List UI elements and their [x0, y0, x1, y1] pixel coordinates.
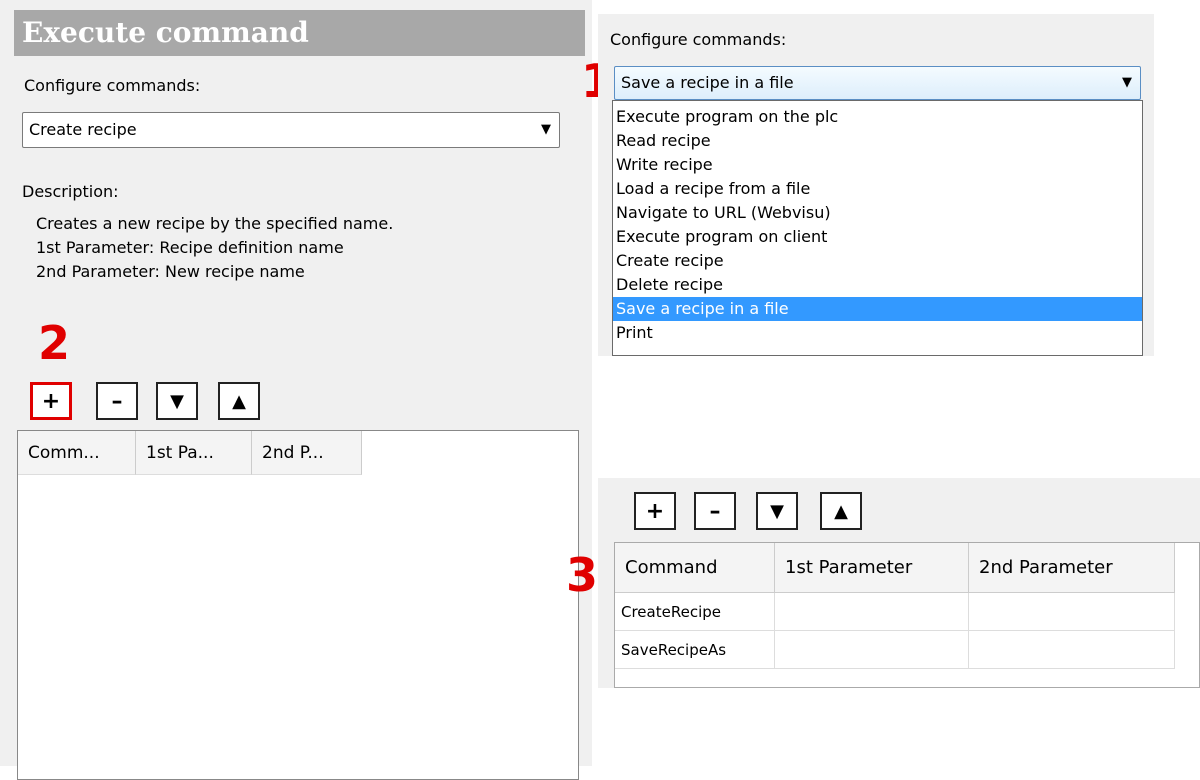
description-line: 2nd Parameter: New recipe name [36, 262, 305, 281]
table-cell-param2[interactable] [969, 631, 1175, 669]
table-cell-param2[interactable] [969, 593, 1175, 631]
option-print[interactable]: Print [613, 321, 1142, 345]
panel-title: Execute command [14, 10, 585, 56]
configure-commands-label: Configure commands: [24, 76, 201, 95]
column-header-param1[interactable]: 1st Parameter [775, 543, 969, 593]
add-command-button[interactable]: + [30, 382, 72, 420]
arrow-up-icon: ▲ [834, 500, 848, 522]
description-line: Creates a new recipe by the specified na… [36, 214, 394, 233]
execute-command-panel: Execute command Configure commands: Crea… [0, 0, 592, 780]
table-cell-command[interactable]: CreateRecipe [615, 593, 775, 631]
plus-icon: + [41, 388, 61, 414]
column-header-command[interactable]: Command [615, 543, 775, 593]
chevron-down-icon: ▼ [541, 122, 551, 137]
option-read-recipe[interactable]: Read recipe [613, 129, 1142, 153]
option-write-recipe[interactable]: Write recipe [613, 153, 1142, 177]
minus-icon: – [709, 498, 721, 524]
configure-commands-label: Configure commands: [610, 30, 787, 49]
command-select[interactable]: Create recipe ▼ [22, 112, 560, 148]
table-cell-param1[interactable] [775, 631, 969, 669]
option-create-recipe[interactable]: Create recipe [613, 249, 1142, 273]
command-list-panel: + – ▼ ▲ Command 1st Parameter 2nd Parame… [598, 478, 1200, 688]
column-header-param1[interactable]: 1st Pa... [136, 431, 252, 475]
dropdown-open-panel: Configure commands: Save a recipe in a f… [598, 14, 1154, 356]
arrow-down-icon: ▼ [770, 500, 784, 522]
step-badge-2: 2 [38, 316, 71, 370]
minus-icon: – [111, 388, 123, 414]
command-select-open[interactable]: Save a recipe in a file ▼ [614, 66, 1141, 100]
step-badge-3: 3 [566, 548, 599, 602]
column-header-param2[interactable]: 2nd P... [252, 431, 362, 475]
option-delete-recipe[interactable]: Delete recipe [613, 273, 1142, 297]
move-up-button[interactable]: ▲ [218, 382, 260, 420]
remove-command-button[interactable]: – [96, 382, 138, 420]
add-command-button[interactable]: + [634, 492, 676, 530]
command-options-list: Execute program on the plc Read recipe W… [612, 100, 1143, 356]
arrow-down-icon: ▼ [170, 390, 184, 412]
move-down-button[interactable]: ▼ [756, 492, 798, 530]
move-down-button[interactable]: ▼ [156, 382, 198, 420]
option-save-recipe-file[interactable]: Save a recipe in a file [613, 297, 1142, 321]
arrow-up-icon: ▲ [232, 390, 246, 412]
description-label: Description: [22, 182, 119, 201]
move-up-button[interactable]: ▲ [820, 492, 862, 530]
plus-icon: + [645, 498, 665, 524]
option-execute-program-plc[interactable]: Execute program on the plc [613, 105, 1142, 129]
option-load-recipe-file[interactable]: Load a recipe from a file [613, 177, 1142, 201]
command-table[interactable]: Comm... 1st Pa... 2nd P... [17, 430, 579, 780]
remove-command-button[interactable]: – [694, 492, 736, 530]
command-select-value: Save a recipe in a file [621, 73, 794, 92]
chevron-down-icon: ▼ [1122, 75, 1132, 90]
table-cell-command[interactable]: SaveRecipeAs [615, 631, 775, 669]
description-line: 1st Parameter: Recipe definition name [36, 238, 344, 257]
option-execute-program-client[interactable]: Execute program on client [613, 225, 1142, 249]
column-header-param2[interactable]: 2nd Parameter [969, 543, 1175, 593]
option-navigate-url[interactable]: Navigate to URL (Webvisu) [613, 201, 1142, 225]
column-header-command[interactable]: Comm... [18, 431, 136, 475]
table-cell-param1[interactable] [775, 593, 969, 631]
command-table[interactable]: Command 1st Parameter 2nd Parameter Crea… [614, 542, 1200, 688]
command-select-value: Create recipe [29, 120, 137, 139]
